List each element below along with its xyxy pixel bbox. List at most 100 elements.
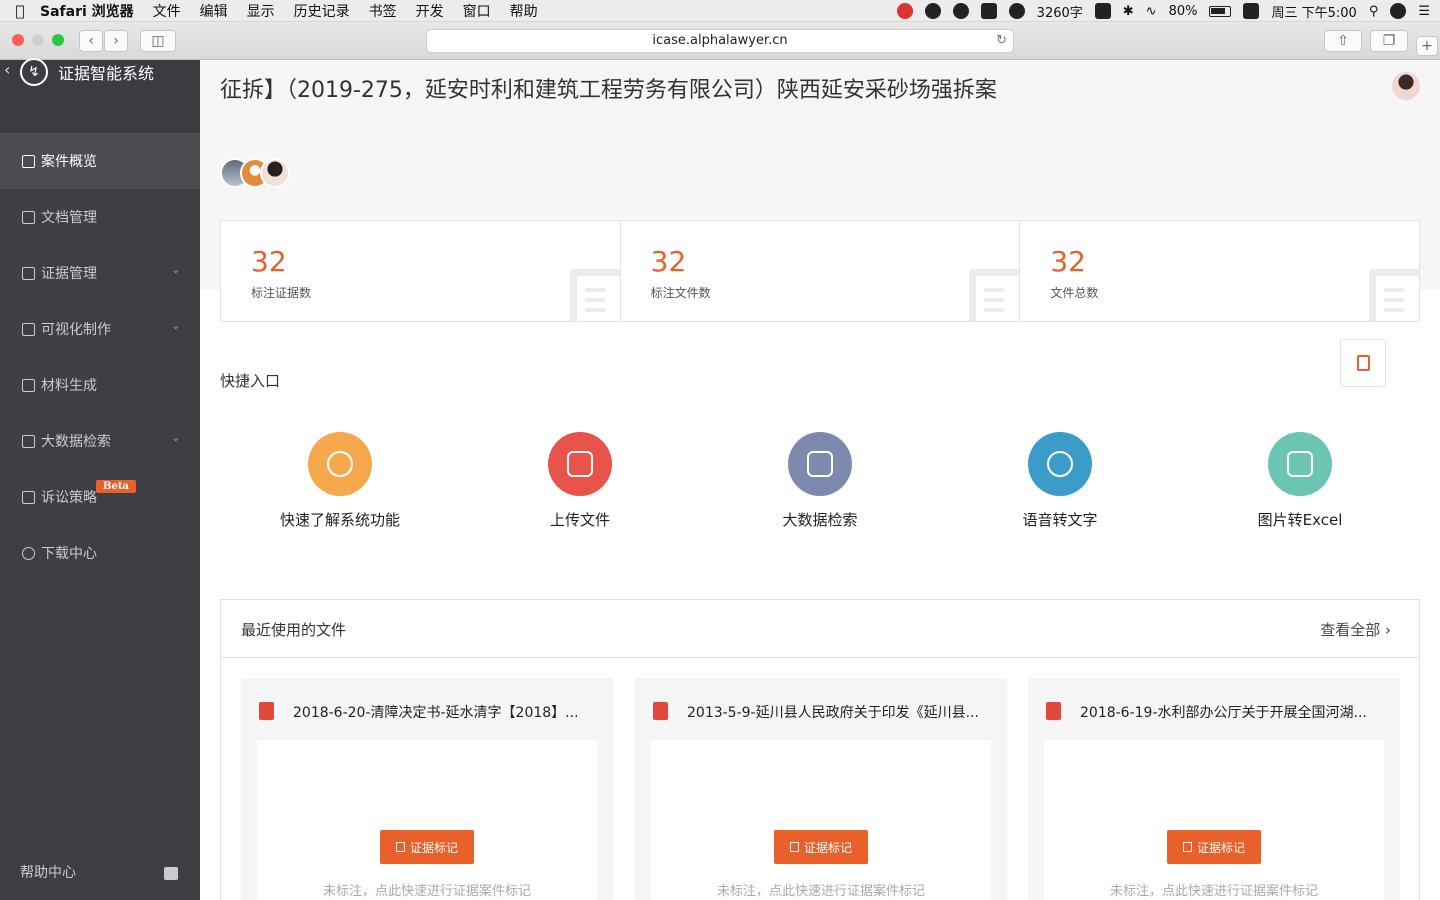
zoom-window-button[interactable] — [52, 34, 64, 46]
annotation-hint[interactable]: 未标注，点此快速进行证据案件标记 — [257, 880, 597, 899]
minimize-window-button[interactable] — [32, 34, 44, 46]
sidebar-item-documents[interactable]: 文档管理 — [0, 189, 200, 245]
menu-view[interactable]: 显示 — [247, 1, 275, 21]
address-bar[interactable]: icase.alphalawyer.cn ↻ — [426, 29, 1014, 53]
quick-access-title: 快捷入口 — [220, 372, 281, 390]
wechat-icon[interactable] — [1008, 3, 1025, 19]
quick-item-speech-to-text[interactable]: 语音转文字 — [960, 432, 1160, 530]
calculator-button[interactable] — [1340, 339, 1386, 387]
annotation-hint[interactable]: 未标注，点此快速进行证据案件标记 — [1044, 880, 1384, 899]
s-app-icon[interactable] — [1243, 3, 1260, 19]
speech-text-icon — [1028, 432, 1092, 496]
chevron-down-icon: ⌄ — [171, 433, 180, 444]
stat-label: 文件总数 — [1050, 286, 1099, 300]
download-icon — [22, 546, 35, 560]
menu-help[interactable]: 帮助 — [510, 1, 538, 21]
menu-window[interactable]: 窗口 — [463, 1, 491, 21]
file-card[interactable]: 2013-5-9-延川县人民政府关于印发《延川县... 证据标记 未标注，点此快… — [635, 678, 1007, 900]
evidence-mark-button[interactable]: 证据标记 — [1167, 830, 1261, 864]
quick-item-image-to-excel[interactable]: 图片转Excel — [1200, 432, 1400, 530]
sidebar-item-bigdata-search[interactable]: 大数据检索 ⌄ — [0, 413, 200, 469]
quick-item-label: 快速了解系统功能 — [279, 511, 400, 529]
mark-icon — [1182, 842, 1192, 852]
menu-develop[interactable]: 开发 — [416, 1, 444, 21]
translate-icon[interactable] — [980, 3, 997, 19]
stat-annotated-evidence[interactable]: 32 标注证据数 — [221, 221, 621, 321]
brand-title: 证据智能系统 — [58, 64, 155, 83]
wifi-icon[interactable]: ∿ — [1146, 4, 1157, 19]
quick-item-label: 大数据检索 — [782, 511, 858, 529]
sidebar-item-label: 可视化制作 — [41, 322, 111, 338]
clock[interactable]: 周三 下午5:00 — [1271, 2, 1356, 21]
stat-annotated-files[interactable]: 32 标注文件数 — [621, 221, 1021, 321]
flowchart-icon — [22, 322, 35, 336]
member-avatar[interactable] — [260, 158, 290, 188]
tabs-overview-icon[interactable]: ❐ — [1370, 30, 1408, 52]
close-window-button[interactable] — [12, 34, 24, 46]
share-icon[interactable]: ⇧ — [1324, 30, 1362, 52]
battery-icon[interactable] — [1209, 5, 1232, 17]
menu-app[interactable]: Safari 浏览器 — [40, 1, 134, 21]
main-content: 征拆】（2019-275，延安时利和建筑工程劳务有限公司）陕西延安采砂场强拆案 … — [200, 60, 1440, 900]
sidebar-item-label: 下载中心 — [41, 546, 97, 562]
file-name[interactable]: 2018-6-20-清障决定书-延水清字【2018】... — [293, 702, 593, 722]
reload-icon[interactable]: ↻ — [996, 30, 1007, 52]
quick-item-system-tour[interactable]: 快速了解系统功能 — [240, 432, 440, 530]
bluetooth-icon[interactable]: ✱ — [1123, 4, 1134, 19]
sidebar-toggle-icon[interactable]: ◫ — [140, 30, 176, 52]
back-button[interactable]: ‹ — [79, 30, 103, 52]
stat-value: 32 — [251, 245, 287, 278]
file-preview: 证据标记 未标注，点此快速进行证据案件标记 — [1044, 740, 1384, 900]
status-area: 3260字 ✱ ∿ 80% 周三 下午5:00 ⚲ ☰ — [896, 0, 1430, 22]
menu-history[interactable]: 历史记录 — [294, 1, 350, 21]
sidebar-item-downloads[interactable]: 下载中心 — [0, 525, 200, 581]
stat-total-files[interactable]: 32 文件总数 — [1020, 221, 1420, 321]
cursor-icon[interactable] — [952, 3, 969, 19]
sync-icon[interactable] — [896, 3, 913, 19]
chevron-down-icon: ⌄ — [171, 321, 180, 332]
file-preview: 证据标记 未标注，点此快速进行证据案件标记 — [257, 740, 597, 900]
quick-item-bigdata-search[interactable]: 大数据检索 — [720, 432, 920, 530]
sidebar-item-materials[interactable]: 材料生成 — [0, 357, 200, 413]
sidebar-item-case-overview[interactable]: 案件概览 — [0, 133, 200, 189]
file-name[interactable]: 2013-5-9-延川县人民政府关于印发《延川县... — [687, 702, 987, 722]
menu-edit[interactable]: 编辑 — [200, 1, 228, 21]
folder-icon — [22, 378, 35, 392]
user-avatar[interactable] — [1392, 72, 1420, 100]
new-tab-button[interactable]: + — [1416, 36, 1438, 56]
sidebar-item-visualization[interactable]: 可视化制作 ⌄ — [0, 301, 200, 357]
siri-icon[interactable] — [1390, 3, 1407, 19]
sidebar-item-litigation-strategy[interactable]: 诉讼策略 Beta — [0, 469, 200, 525]
sidebar-item-evidence[interactable]: 证据管理 ⌄ — [0, 245, 200, 301]
word-count: 3260字 — [1036, 5, 1083, 21]
evidence-mark-button[interactable]: 证据标记 — [380, 830, 474, 864]
recent-files-header: 最近使用的文件 查看全部 › — [221, 600, 1419, 658]
document-watermark-icon — [969, 269, 1020, 321]
pdf-icon — [259, 702, 274, 720]
evidence-mark-button[interactable]: 证据标记 — [774, 830, 868, 864]
qq-icon[interactable] — [924, 3, 941, 19]
video-help-icon[interactable] — [164, 867, 178, 880]
apple-icon[interactable]:  — [0, 2, 40, 20]
help-center-link[interactable]: 帮助中心 — [20, 862, 76, 882]
beta-badge: Beta — [96, 480, 136, 493]
file-card[interactable]: 2018-6-19-水利部办公厅关于开展全国河湖... 证据标记 未标注，点此快… — [1028, 678, 1400, 900]
menu-bookmarks[interactable]: 书签 — [369, 1, 397, 21]
spotlight-icon[interactable]: ⚲ — [1369, 4, 1379, 19]
quick-item-upload[interactable]: 上传文件 — [480, 432, 680, 530]
battery-percent: 80% — [1168, 3, 1198, 19]
sidebar-item-label: 案件概览 — [41, 154, 97, 170]
input-method-icon[interactable] — [1094, 3, 1111, 19]
menu-file[interactable]: 文件 — [153, 1, 181, 21]
file-name[interactable]: 2018-6-19-水利部办公厅关于开展全国河湖... — [1080, 702, 1380, 722]
file-preview: 证据标记 未标注，点此快速进行证据案件标记 — [651, 740, 991, 900]
forward-button[interactable]: › — [104, 30, 128, 52]
stat-value: 32 — [650, 245, 687, 278]
browser-toolbar: ‹ › ◫ icase.alphalawyer.cn ↻ ⇧ ❐ + — [0, 22, 1440, 60]
notification-center-icon[interactable]: ☰ — [1418, 4, 1430, 19]
stat-label: 标注证据数 — [251, 286, 312, 300]
annotation-hint[interactable]: 未标注，点此快速进行证据案件标记 — [651, 880, 991, 899]
view-all-link[interactable]: 查看全部 › — [1320, 619, 1391, 640]
collapse-chevron-icon[interactable]: ‹ — [4, 60, 10, 79]
file-card[interactable]: 2018-6-20-清障决定书-延水清字【2018】... 证据标记 未标注，点… — [241, 678, 613, 900]
